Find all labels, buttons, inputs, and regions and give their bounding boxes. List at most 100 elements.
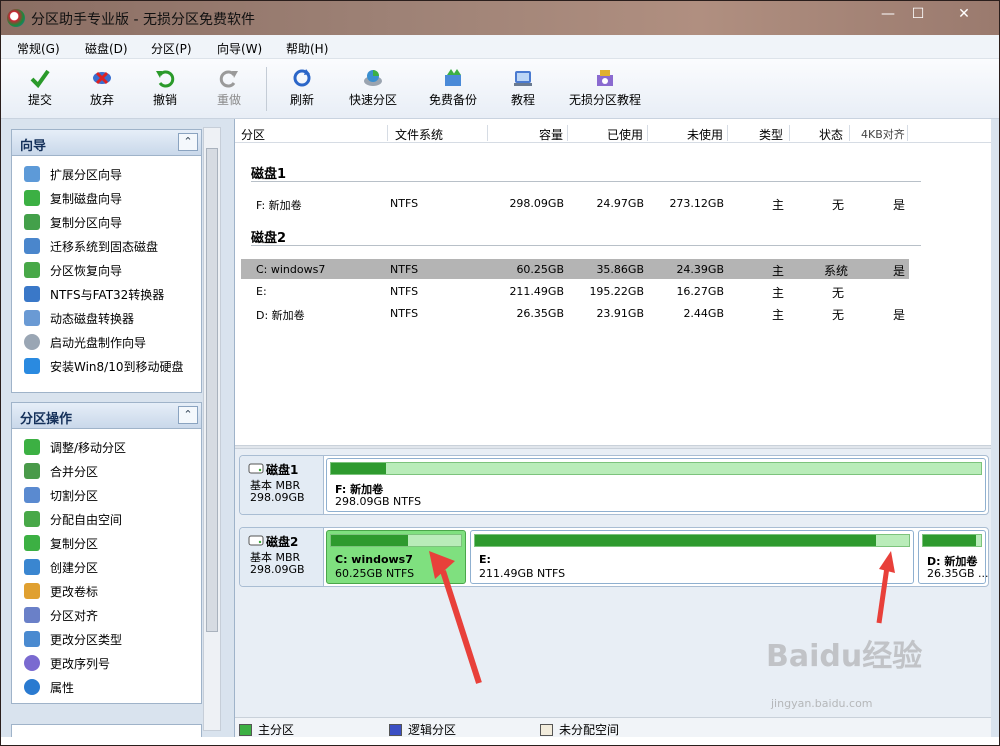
left-sidebar: 向导 ⌃ 扩展分区向导 复制磁盘向导 复制分区向导 迁移系统到固态磁盘 分区恢复… (1, 119, 234, 737)
menu-general[interactable]: 常规(G) (17, 40, 60, 57)
lossless-tutorial-icon (597, 70, 613, 86)
col-divider (567, 125, 568, 141)
usage-bar (330, 534, 462, 547)
align-icon (24, 607, 40, 623)
lossless-tutorial-button[interactable]: 无损分区教程 (563, 65, 647, 115)
disk-icon (248, 463, 264, 474)
col-type[interactable]: 类型 (759, 126, 783, 143)
usage-fill (331, 463, 386, 474)
scrollbar-thumb[interactable] (206, 148, 218, 632)
extend-icon (24, 166, 40, 182)
cell-fs: NTFS (390, 263, 419, 276)
cell-align: 是 (893, 264, 906, 278)
disk1-rule (251, 181, 921, 182)
disk2-rule (251, 245, 921, 246)
disk-map: 磁盘1 基本 MBR 298.09GB F: 新加卷 298.09GB NTFS… (235, 449, 992, 717)
col-capacity[interactable]: 容量 (539, 126, 563, 143)
col-divider (789, 125, 790, 141)
info-icon (24, 679, 40, 695)
disk2-info[interactable]: 磁盘2 基本 MBR 298.09GB (240, 528, 324, 586)
partition-info: 26.35GB ... (927, 567, 989, 580)
disk2-name: 磁盘2 (266, 535, 299, 549)
wizard-item-label: 扩展分区向导 (50, 168, 123, 182)
refresh-button[interactable]: 刷新 (285, 65, 319, 115)
cell-capacity: 211.49GB (509, 285, 564, 298)
sidebar-scrollbar[interactable] (203, 127, 221, 731)
disk1-map[interactable]: 磁盘1 基本 MBR 298.09GB F: 新加卷 298.09GB NTFS (239, 455, 989, 515)
disk2-map[interactable]: 磁盘2 基本 MBR 298.09GB C: windows7 60.25GB … (239, 527, 989, 587)
legend-primary: 主分区 (239, 721, 294, 738)
table-header: 分区 文件系统 容量 已使用 未使用 类型 状态 4KB对齐 (235, 123, 992, 143)
baidu-watermark-url: jingyan.baidu.com (771, 697, 873, 710)
menu-bar: 常规(G) 磁盘(D) 分区(P) 向导(W) 帮助(H) (1, 35, 999, 59)
col-free[interactable]: 未使用 (687, 126, 723, 143)
cell-status: 无 (832, 198, 845, 212)
menu-help[interactable]: 帮助(H) (286, 40, 328, 57)
table-row[interactable]: E: NTFS 211.49GB 195.22GB 16.27GB 主 无 (241, 281, 909, 301)
op-item-label: 复制分区 (50, 537, 99, 551)
legend-primary-swatch (239, 724, 252, 736)
partition-c[interactable]: C: windows7 60.25GB NTFS (326, 530, 466, 584)
cell-type: 主 (772, 264, 785, 278)
title-bar[interactable]: 分区助手专业版 - 无损分区免费软件 — ☐ ✕ (1, 1, 999, 35)
toolbar-separator (266, 67, 267, 111)
cell-type: 主 (772, 198, 785, 212)
tutorial-icon (514, 71, 532, 86)
usage-fill (923, 535, 976, 546)
free-backup-button[interactable]: 免费备份 (424, 65, 482, 115)
menu-partition[interactable]: 分区(P) (151, 40, 192, 57)
col-partition[interactable]: 分区 (241, 126, 265, 143)
partition-info: 60.25GB NTFS (335, 567, 415, 580)
col-divider (907, 125, 908, 141)
usage-bar (922, 534, 982, 547)
undo-icon (156, 70, 175, 88)
partition-name: E: (479, 553, 491, 566)
ops-panel-header[interactable]: 分区操作 ⌃ (12, 403, 201, 429)
legend-primary-label: 主分区 (258, 723, 295, 737)
ops-panel-title: 分区操作 (20, 412, 73, 427)
copy-partition-icon (24, 214, 40, 230)
col-divider (487, 125, 488, 141)
menu-disk[interactable]: 磁盘(D) (85, 40, 128, 57)
toolbar: 提交 放弃 撤销 重做 刷新 快速分区 免费备份 教程 无损分区教程 (1, 59, 999, 119)
window-title: 分区助手专业版 - 无损分区免费软件 (31, 12, 255, 28)
minimize-button[interactable]: — (875, 5, 901, 23)
col-used[interactable]: 已使用 (607, 126, 643, 143)
tutorial-button[interactable]: 教程 (506, 65, 540, 115)
disk1-group-label: 磁盘1 (251, 167, 287, 182)
op-item-label: 更改卷标 (50, 585, 99, 599)
wizard-panel-title: 向导 (20, 139, 47, 154)
wizard-panel-header[interactable]: 向导 ⌃ (12, 130, 201, 156)
disk1-info[interactable]: 磁盘1 基本 MBR 298.09GB (240, 456, 324, 514)
discard-button[interactable]: 放弃 (85, 65, 119, 115)
collapse-wizard-button[interactable]: ⌃ (178, 133, 198, 151)
maximize-button[interactable]: ☐ (905, 5, 931, 23)
partition-e[interactable]: E: 211.49GB NTFS (470, 530, 914, 584)
partition-d[interactable]: D: 新加卷 26.35GB ... (918, 530, 989, 584)
discard-label: 放弃 (89, 93, 114, 107)
wizard-item-label: 迁移系统到固态磁盘 (50, 240, 159, 254)
redo-button[interactable]: 重做 (212, 65, 246, 115)
col-filesystem[interactable]: 文件系统 (395, 126, 443, 143)
cell-used: 195.22GB (589, 285, 644, 298)
free-backup-label: 免费备份 (428, 93, 477, 107)
close-button[interactable]: ✕ (951, 5, 977, 23)
cell-align: 是 (893, 308, 906, 322)
col-4k-align[interactable]: 4KB对齐 (861, 126, 905, 142)
undo-button[interactable]: 撤销 (148, 65, 182, 115)
collapse-ops-button[interactable]: ⌃ (178, 406, 198, 424)
cell-partition: C: windows7 (256, 263, 326, 276)
convert-icon (24, 286, 40, 302)
submit-button[interactable]: 提交 (23, 65, 57, 115)
table-row[interactable]: F: 新加卷 NTFS 298.09GB 24.97GB 273.12GB 主 … (241, 193, 909, 213)
table-row[interactable]: D: 新加卷 NTFS 26.35GB 23.91GB 2.44GB 主 无 是 (241, 303, 909, 323)
partition-f[interactable]: F: 新加卷 298.09GB NTFS (326, 458, 986, 512)
table-row-selected[interactable]: C: windows7 NTFS 60.25GB 35.86GB 24.39GB… (241, 259, 909, 279)
op-item-label: 更改序列号 (50, 657, 111, 671)
quick-partition-icon (364, 70, 382, 86)
quick-partition-button[interactable]: 快速分区 (344, 65, 402, 115)
cell-align: 是 (893, 198, 906, 212)
col-status[interactable]: 状态 (819, 126, 843, 143)
type-icon (24, 631, 40, 647)
menu-wizard[interactable]: 向导(W) (217, 40, 262, 57)
